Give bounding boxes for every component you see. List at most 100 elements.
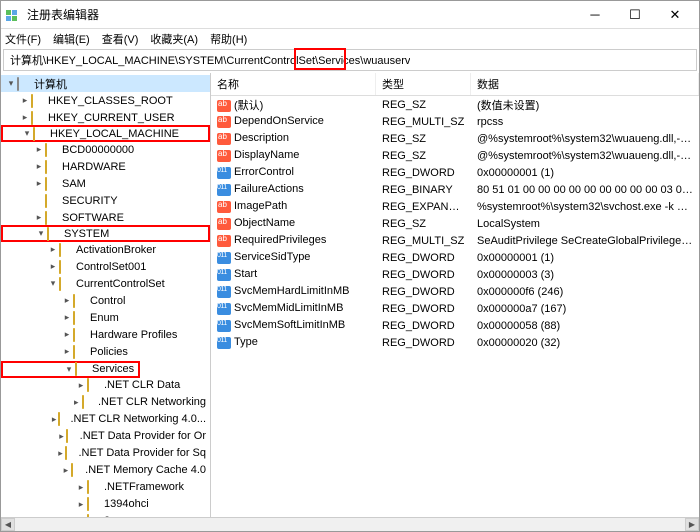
menu-favorites[interactable]: 收藏夹(A) xyxy=(150,31,198,47)
chevron-right-icon[interactable]: ▸ xyxy=(56,448,65,459)
minimize-button[interactable]: ─ xyxy=(575,2,615,28)
tree-node-system[interactable]: ▾SYSTEM xyxy=(1,225,210,242)
tree-node-security[interactable]: SECURITY xyxy=(1,192,210,209)
chevron-down-icon[interactable]: ▾ xyxy=(35,228,47,239)
tree-node-currentcontrolset[interactable]: ▾CurrentControlSet xyxy=(1,275,210,292)
chevron-right-icon[interactable]: ▸ xyxy=(61,465,71,476)
value-type-cell: REG_DWORD xyxy=(376,337,471,349)
tree-node-hkcu[interactable]: ▸HKEY_CURRENT_USER xyxy=(1,109,210,126)
list-header[interactable]: 名称 类型 数据 xyxy=(211,73,699,96)
value-row[interactable]: ErrorControlREG_DWORD0x00000001 (1) xyxy=(211,164,699,181)
tree-node-service-item[interactable]: ▸.NET CLR Networking xyxy=(1,394,210,411)
tree-node-hkcr[interactable]: ▸HKEY_CLASSES_ROOT xyxy=(1,92,210,109)
tree-node-hklm[interactable]: ▾HKEY_LOCAL_MACHINE xyxy=(1,125,210,142)
tree-node-service-item[interactable]: ▸.NET Data Provider for Sq xyxy=(1,445,210,462)
value-name-cell: Description xyxy=(211,132,376,144)
value-row[interactable]: SvcMemMidLimitInMBREG_DWORD0x000000a7 (1… xyxy=(211,300,699,317)
tree-node-service-item[interactable]: ▸.NET CLR Data xyxy=(1,377,210,394)
chevron-right-icon[interactable]: ▸ xyxy=(75,499,87,510)
value-name-cell: RequiredPrivileges xyxy=(211,234,376,246)
column-data[interactable]: 数据 xyxy=(471,73,699,95)
tree-node-hardware[interactable]: ▸HARDWARE xyxy=(1,158,210,175)
content-area: ▾ 计算机 ▸HKEY_CLASSES_ROOT ▸HKEY_CURRENT_U… xyxy=(1,73,699,517)
title-bar[interactable]: 注册表编辑器 ─ ☐ ✕ xyxy=(1,1,699,29)
chevron-right-icon[interactable]: ▸ xyxy=(33,178,45,189)
chevron-down-icon[interactable]: ▾ xyxy=(5,78,17,89)
value-row[interactable]: FailureActionsREG_BINARY80 51 01 00 00 0… xyxy=(211,181,699,198)
tree-node-services[interactable]: ▾Services xyxy=(1,361,140,378)
chevron-down-icon[interactable]: ▾ xyxy=(47,278,59,289)
maximize-button[interactable]: ☐ xyxy=(615,2,655,28)
tree-node-bcd[interactable]: ▸BCD00000000 xyxy=(1,141,210,158)
value-type-icon xyxy=(217,150,231,162)
menu-view[interactable]: 查看(V) xyxy=(102,31,139,47)
tree-node-activation[interactable]: ▸ActivationBroker xyxy=(1,241,210,258)
window-title: 注册表编辑器 xyxy=(27,6,575,23)
value-data-cell: rpcss xyxy=(471,116,699,128)
chevron-right-icon[interactable]: ▸ xyxy=(61,329,73,340)
value-row[interactable]: ObjectNameREG_SZLocalSystem xyxy=(211,215,699,232)
chevron-right-icon[interactable]: ▸ xyxy=(47,261,59,272)
value-row[interactable]: RequiredPrivilegesREG_MULTI_SZSeAuditPri… xyxy=(211,232,699,249)
chevron-right-icon[interactable]: ▸ xyxy=(33,212,45,223)
chevron-down-icon[interactable]: ▾ xyxy=(21,128,33,139)
column-name[interactable]: 名称 xyxy=(211,73,376,95)
tree-node-hardwareprofiles[interactable]: ▸Hardware Profiles xyxy=(1,326,210,343)
chevron-right-icon[interactable]: ▸ xyxy=(33,144,45,155)
value-row[interactable]: StartREG_DWORD0x00000003 (3) xyxy=(211,266,699,283)
tree-node-policies[interactable]: ▸Policies xyxy=(1,343,210,360)
menu-edit[interactable]: 编辑(E) xyxy=(53,31,90,47)
value-row[interactable]: DisplayNameREG_SZ@%systemroot%\system32\… xyxy=(211,147,699,164)
value-row[interactable]: (默认)REG_SZ(数值未设置) xyxy=(211,96,699,113)
value-name-cell: SvcMemMidLimitInMB xyxy=(211,302,376,314)
tree-node-control[interactable]: ▸Control xyxy=(1,292,210,309)
value-type-icon xyxy=(217,269,231,281)
close-button[interactable]: ✕ xyxy=(655,2,695,28)
chevron-right-icon[interactable]: ▸ xyxy=(61,346,73,357)
value-row[interactable]: DependOnServiceREG_MULTI_SZrpcss xyxy=(211,113,699,130)
chevron-right-icon[interactable]: ▸ xyxy=(50,414,58,425)
value-type-cell: REG_DWORD xyxy=(376,303,471,315)
tree-node-service-item[interactable]: ▸.NET Data Provider for Or xyxy=(1,428,210,445)
address-path: 计算机\HKEY_LOCAL_MACHINE\SYSTEM\CurrentCon… xyxy=(10,52,410,68)
tree-node-computer[interactable]: ▾ 计算机 xyxy=(1,75,210,92)
scroll-left-button[interactable]: ◀ xyxy=(1,518,15,531)
scroll-right-button[interactable]: ▶ xyxy=(685,518,699,531)
value-row[interactable]: SvcMemSoftLimitInMBREG_DWORD0x00000058 (… xyxy=(211,317,699,334)
value-type-icon xyxy=(217,100,231,112)
chevron-right-icon[interactable]: ▸ xyxy=(47,244,59,255)
scroll-track[interactable] xyxy=(15,518,685,531)
column-type[interactable]: 类型 xyxy=(376,73,471,95)
tree-node-service-item[interactable]: ▸.NET Memory Cache 4.0 xyxy=(1,462,210,479)
chevron-right-icon[interactable]: ▸ xyxy=(75,482,87,493)
value-row[interactable]: DescriptionREG_SZ@%systemroot%\system32\… xyxy=(211,130,699,147)
value-row[interactable]: SvcMemHardLimitInMBREG_DWORD0x000000f6 (… xyxy=(211,283,699,300)
value-row[interactable]: ImagePathREG_EXPAND_SZ%systemroot%\syste… xyxy=(211,198,699,215)
address-bar[interactable]: 计算机\HKEY_LOCAL_MACHINE\SYSTEM\CurrentCon… xyxy=(3,49,697,71)
value-type-icon xyxy=(217,218,231,230)
tree-node-service-item[interactable]: ▸1394ohci xyxy=(1,496,210,513)
chevron-right-icon[interactable]: ▸ xyxy=(19,95,31,106)
tree-node-enum[interactable]: ▸Enum xyxy=(1,309,210,326)
tree-view[interactable]: ▾ 计算机 ▸HKEY_CLASSES_ROOT ▸HKEY_CURRENT_U… xyxy=(1,73,211,517)
chevron-right-icon[interactable]: ▸ xyxy=(57,431,66,442)
values-list[interactable]: 名称 类型 数据 (默认)REG_SZ(数值未设置)DependOnServic… xyxy=(211,73,699,517)
tree-node-service-item[interactable]: ▸.NETFramework xyxy=(1,479,210,496)
menu-help[interactable]: 帮助(H) xyxy=(210,31,247,47)
menu-file[interactable]: 文件(F) xyxy=(5,31,41,47)
horizontal-scrollbar[interactable]: ◀ ▶ xyxy=(1,517,699,531)
chevron-right-icon[interactable]: ▸ xyxy=(33,161,45,172)
value-type-cell: REG_DWORD xyxy=(376,286,471,298)
tree-node-sam[interactable]: ▸SAM xyxy=(1,175,210,192)
value-row[interactable]: ServiceSidTypeREG_DWORD0x00000001 (1) xyxy=(211,249,699,266)
value-row[interactable]: TypeREG_DWORD0x00000020 (32) xyxy=(211,334,699,351)
chevron-right-icon[interactable]: ▸ xyxy=(75,380,87,391)
chevron-right-icon[interactable]: ▸ xyxy=(61,295,73,306)
chevron-right-icon[interactable]: ▸ xyxy=(71,397,82,408)
chevron-right-icon[interactable]: ▸ xyxy=(19,112,31,123)
tree-node-controlset001[interactable]: ▸ControlSet001 xyxy=(1,258,210,275)
tree-node-software[interactable]: ▸SOFTWARE xyxy=(1,209,210,226)
chevron-down-icon[interactable]: ▾ xyxy=(63,364,75,375)
chevron-right-icon[interactable]: ▸ xyxy=(61,312,73,323)
tree-node-service-item[interactable]: ▸.NET CLR Networking 4.0... xyxy=(1,411,210,428)
